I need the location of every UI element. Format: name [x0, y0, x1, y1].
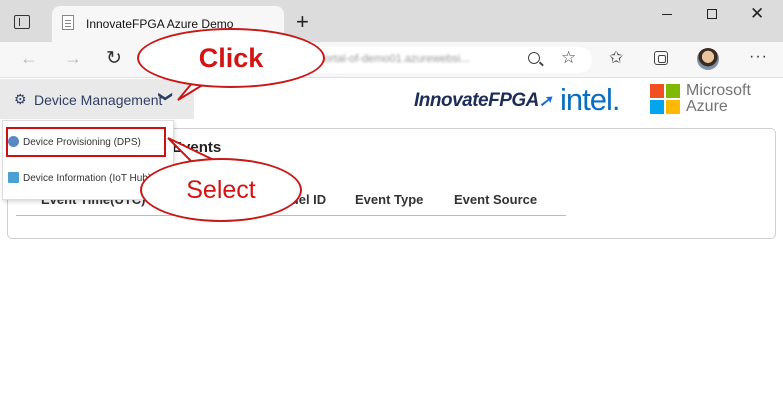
swoosh-icon: ➚ — [538, 93, 552, 110]
collections-icon[interactable] — [654, 51, 668, 65]
menu-item-iot-hub[interactable]: Device Information (IoT Hub) — [8, 172, 151, 184]
forward-icon[interactable]: → — [64, 48, 82, 69]
table-divider — [16, 215, 566, 216]
ms-text-line2: Azure — [686, 98, 728, 115]
innovatefpga-logo-text: InnovateFPGA — [414, 90, 539, 111]
ms-logo-green — [666, 84, 680, 98]
maximize-icon[interactable] — [707, 9, 717, 19]
col-event-type: Event Type — [355, 192, 424, 207]
ms-text-line1: Microsoft — [686, 82, 751, 99]
select-callout: Select — [140, 158, 302, 222]
menu-item-iot-hub-label: Device Information (IoT Hub) — [23, 173, 152, 184]
new-tab-button[interactable]: + — [296, 11, 309, 33]
ms-logo-red — [650, 84, 664, 98]
intel-logo: intel. — [560, 82, 620, 117]
ms-logo-yellow — [666, 100, 680, 114]
close-icon[interactable]: ✕ — [750, 4, 764, 24]
innovatefpga-logo: InnovateFPGA➚ — [414, 90, 552, 112]
ms-logo-blue — [650, 100, 664, 114]
iot-hub-icon — [8, 172, 19, 183]
add-favorite-icon[interactable]: ☆ — [561, 48, 576, 68]
more-icon[interactable]: ··· — [749, 48, 768, 66]
click-callout: Click — [137, 28, 325, 88]
microsoft-azure-logo-text: Microsoft Azure — [686, 83, 751, 115]
favicon-icon — [62, 15, 74, 30]
tab-actions-icon[interactable] — [14, 15, 30, 29]
url-text: portal-of-demo01.azurewebsi... — [318, 53, 470, 65]
favorites-icon[interactable]: ✩ — [609, 48, 623, 68]
device-management-label[interactable]: Device Management — [34, 92, 162, 108]
zoom-icon[interactable] — [528, 52, 540, 64]
minimize-icon[interactable] — [662, 14, 672, 15]
gear-icon: ⚙ — [14, 91, 27, 107]
avatar[interactable] — [697, 48, 719, 70]
dps-highlight-box — [6, 127, 166, 157]
refresh-icon[interactable]: ↻ — [106, 47, 122, 70]
back-icon[interactable]: ← — [20, 48, 38, 69]
microsoft-logo-icon — [650, 84, 680, 114]
col-event-source: Event Source — [454, 192, 538, 207]
